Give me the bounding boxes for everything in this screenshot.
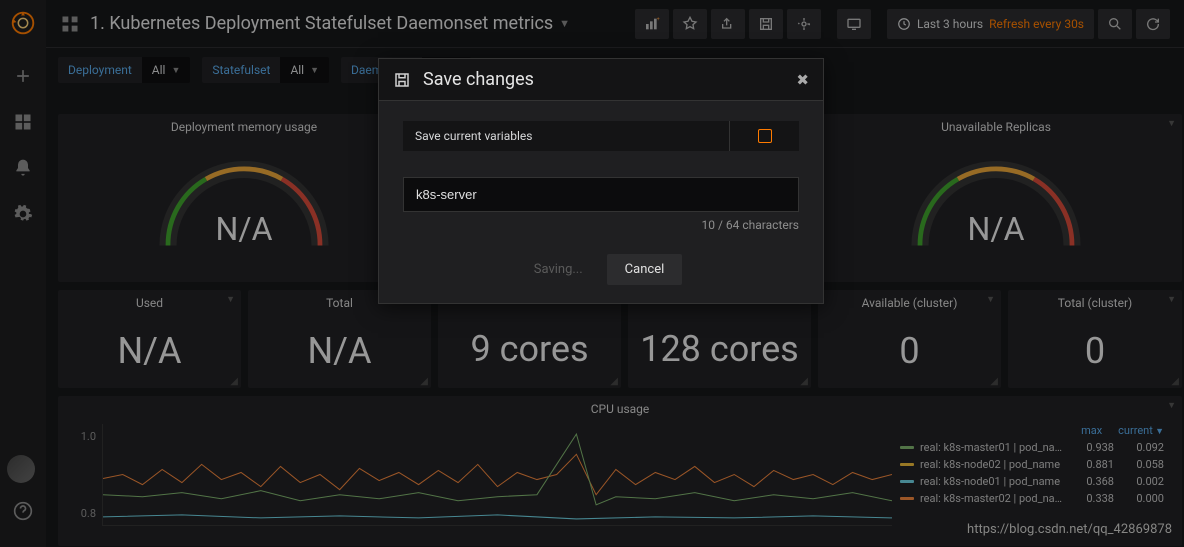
modal-footer: Saving... Cancel [379,248,823,303]
modal-body: Save current variables 10 / 64 character… [379,101,823,248]
save-variables-toggle[interactable] [729,121,799,151]
cancel-button[interactable]: Cancel [607,254,683,285]
saving-indicator: Saving... [520,254,597,285]
character-count: 10 / 64 characters [403,218,799,232]
save-variables-label: Save current variables [403,121,729,151]
watermark-text: https://blog.csdn.net/qq_42869878 [967,522,1172,537]
modal-title: Save changes [423,69,534,90]
save-icon [393,71,411,89]
checkbox-icon [758,129,772,143]
save-changes-modal: Save changes ✖ Save current variables 10… [378,58,824,304]
dashboard-name-input[interactable] [403,177,799,212]
modal-header: Save changes ✖ [379,59,823,101]
close-icon[interactable]: ✖ [796,71,809,89]
save-variables-row: Save current variables [403,121,799,151]
